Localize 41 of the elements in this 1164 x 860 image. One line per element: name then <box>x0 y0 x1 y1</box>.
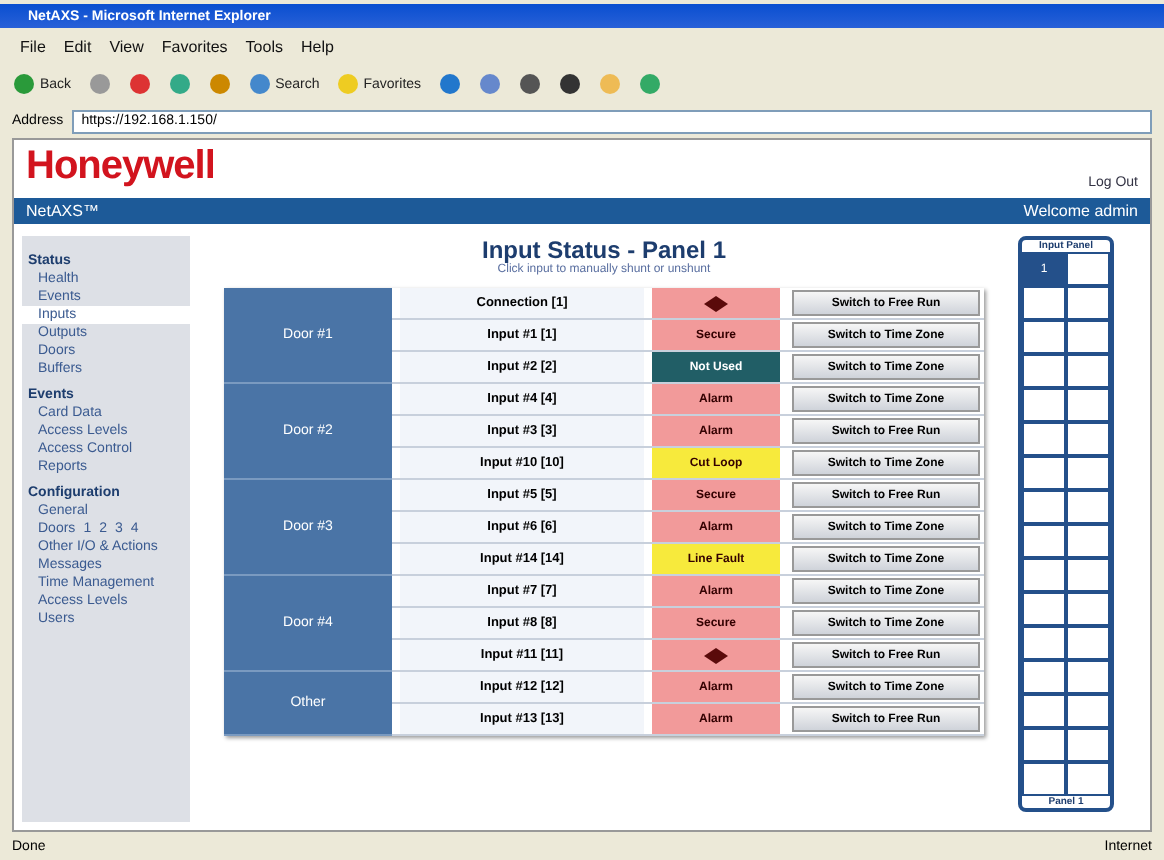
panel-cell[interactable] <box>1066 728 1110 762</box>
panel-cell[interactable] <box>1022 456 1066 490</box>
panel-cell[interactable] <box>1022 558 1066 592</box>
panel-cell[interactable] <box>1066 626 1110 660</box>
panel-cell[interactable] <box>1022 490 1066 524</box>
menu-item[interactable]: File <box>20 37 46 55</box>
product-name: NetAXS™ <box>26 202 99 220</box>
panel-cell[interactable] <box>1066 388 1110 422</box>
panel-cell[interactable] <box>1022 592 1066 626</box>
menu-item[interactable]: Favorites <box>161 37 228 55</box>
panel-cell[interactable] <box>1066 524 1110 558</box>
panel-cell[interactable] <box>1066 558 1110 592</box>
page-title: Input Status - Panel 1 <box>481 236 726 264</box>
menu-item[interactable]: Edit <box>63 37 92 55</box>
menu-item[interactable]: View <box>109 37 144 55</box>
panel-cell[interactable] <box>1022 524 1066 558</box>
panel-cell[interactable] <box>1022 626 1066 660</box>
panel-cell[interactable] <box>1022 388 1066 422</box>
panel-cell[interactable] <box>1022 286 1066 320</box>
menu-item[interactable]: Help <box>300 37 334 55</box>
panel-cell[interactable] <box>1066 490 1110 524</box>
panel-cell[interactable] <box>1022 320 1066 354</box>
panel-cell[interactable] <box>1066 252 1110 286</box>
panel-cell[interactable] <box>1066 422 1110 456</box>
logo: Honeywell <box>26 144 215 190</box>
panel-cell[interactable] <box>1022 762 1066 796</box>
panel-cell[interactable] <box>1066 354 1110 388</box>
menu-item[interactable]: Tools <box>245 37 283 55</box>
panel-cell[interactable] <box>1066 694 1110 728</box>
panel-cell[interactable] <box>1022 422 1066 456</box>
welcome-text: Welcome admin <box>1023 202 1138 220</box>
panel-cell[interactable] <box>1022 660 1066 694</box>
panel-cell[interactable] <box>1066 286 1110 320</box>
panel-cell[interactable] <box>1022 728 1066 762</box>
panel-cell[interactable] <box>1066 762 1110 796</box>
panel-cell[interactable] <box>1022 354 1066 388</box>
panel-cell[interactable] <box>1066 592 1110 626</box>
panel-cell[interactable] <box>1066 660 1110 694</box>
panel-cell[interactable] <box>1022 694 1066 728</box>
panel-cell[interactable] <box>1066 456 1110 490</box>
panel-cell[interactable] <box>1066 320 1110 354</box>
